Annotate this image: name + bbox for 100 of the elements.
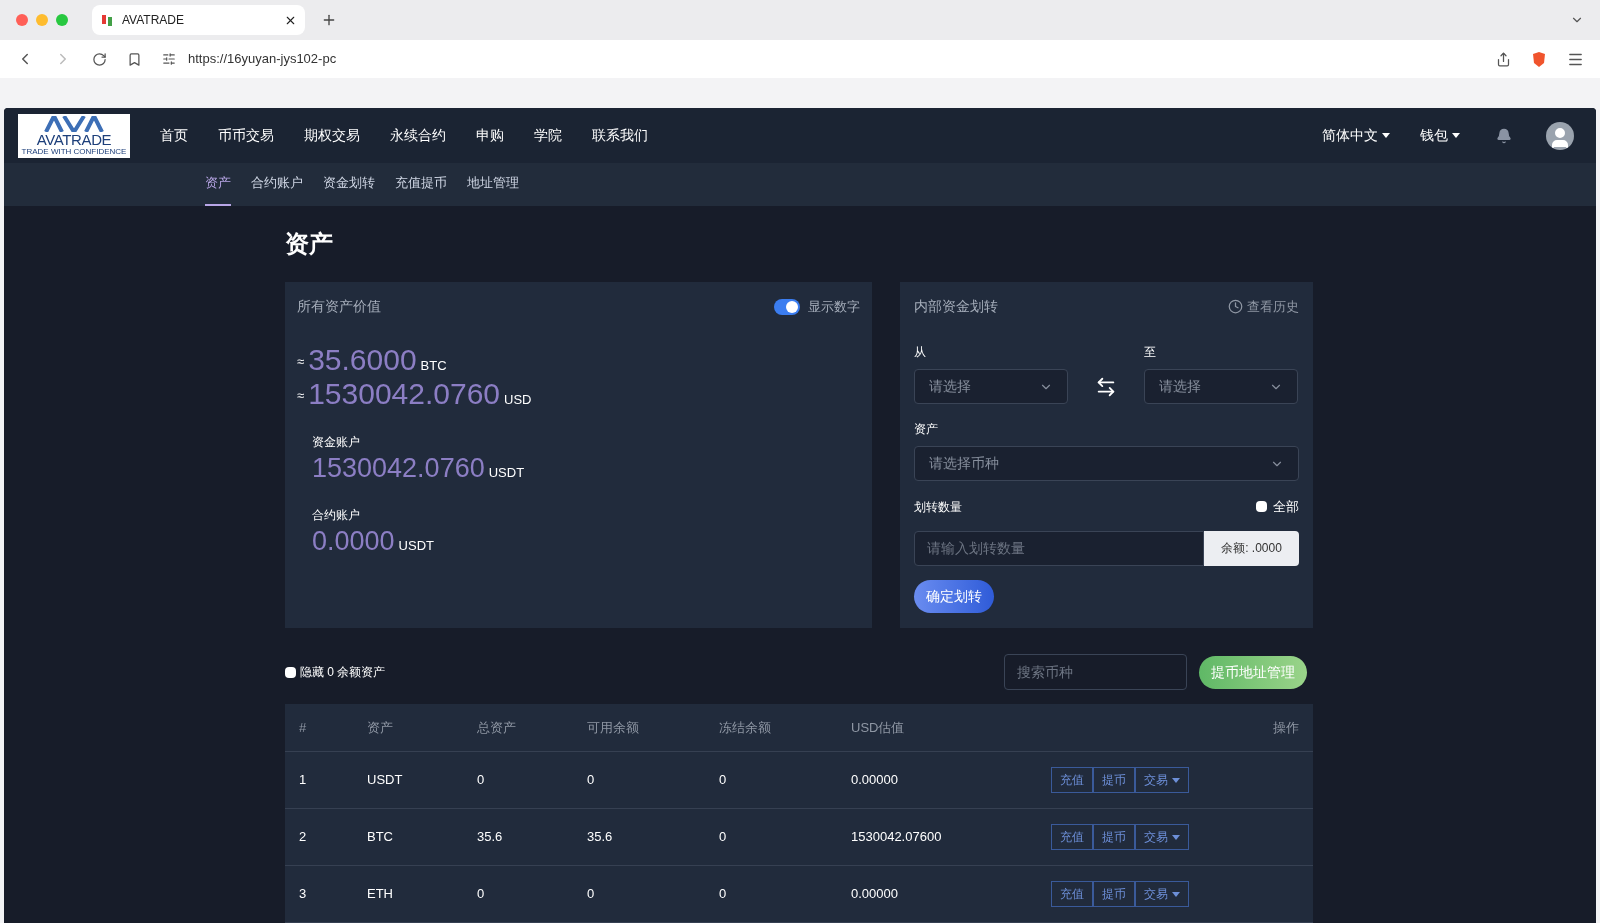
table-cell-text: 0.00000: [851, 885, 899, 904]
table-cell-text: USDT: [367, 771, 404, 790]
action-button[interactable]: 提币: [1093, 824, 1135, 850]
subnav-tab[interactable]: 资产: [205, 172, 231, 206]
nav-link[interactable]: 币币交易: [218, 125, 274, 146]
site-settings-icon[interactable]: [162, 52, 176, 66]
nav-link[interactable]: 联系我们: [592, 125, 648, 146]
total-value: 35.6000: [308, 345, 417, 375]
column-header: 可用余额: [587, 718, 640, 737]
table-cell-text: 1: [299, 771, 308, 790]
account-value: 0.0000: [312, 528, 395, 555]
action-button[interactable]: 充值: [1051, 881, 1093, 907]
table-cell-text: 0: [719, 771, 728, 790]
bookmark-icon[interactable]: [127, 51, 142, 67]
amount-field[interactable]: 请输入划转数量: [914, 530, 1204, 566]
nav-link[interactable]: 首页: [160, 125, 188, 146]
bell-icon[interactable]: [1496, 127, 1512, 144]
search-field[interactable]: 搜索币种: [1004, 654, 1187, 690]
column-header: #: [299, 718, 308, 737]
from-select[interactable]: 请选择: [914, 369, 1068, 404]
swap-icon[interactable]: [1095, 375, 1117, 398]
nav-link[interactable]: 学院: [534, 125, 562, 146]
card-title: 内部资金划转: [914, 297, 999, 316]
field-label: 资产: [914, 421, 939, 438]
caret-icon: [1172, 834, 1180, 840]
nav-link[interactable]: 期权交易: [304, 125, 360, 146]
field-label: 划转数量: [914, 498, 963, 516]
field-label: 至: [1144, 344, 1157, 361]
table-cell-text: 0: [587, 771, 596, 790]
account-label: 资金账户: [312, 434, 361, 451]
approx-sign: ≈: [297, 352, 305, 371]
avatar[interactable]: [1546, 121, 1574, 150]
table-cell-text: 0: [719, 885, 728, 904]
subnav-tab[interactable]: 充值提币: [395, 172, 447, 206]
confirm-transfer-button[interactable]: 确定划转: [914, 579, 994, 613]
action-button[interactable]: 交易: [1135, 881, 1189, 907]
table-cell-text: 3: [299, 885, 308, 904]
column-header: 冻结余额: [719, 718, 772, 737]
currency-unit: BTC: [420, 356, 447, 375]
table-cell-text: 0: [477, 885, 486, 904]
browser-tab[interactable]: AVATRADE: [92, 5, 305, 35]
balance-label: 余额: .0000: [1204, 530, 1299, 566]
subnav-tab[interactable]: 资金划转: [323, 172, 375, 206]
caret-icon: [1382, 133, 1390, 138]
nav-link[interactable]: 申购: [476, 125, 504, 146]
action-button[interactable]: 提币: [1093, 881, 1135, 907]
clock-icon: [1228, 299, 1243, 314]
table-cell-text: BTC: [367, 828, 394, 847]
action-button[interactable]: 交易: [1135, 767, 1189, 793]
nav-link[interactable]: 永续合约: [390, 125, 446, 146]
share-icon[interactable]: [1496, 51, 1511, 67]
currency-unit: USDT: [398, 536, 434, 555]
total-value: 1530042.0760: [308, 379, 500, 409]
action-button[interactable]: 提币: [1093, 767, 1135, 793]
column-header: 操作: [1272, 718, 1299, 737]
checkbox-label: 隐藏 0 余额资产: [300, 664, 387, 681]
hide-zero-checkbox[interactable]: [285, 666, 296, 678]
asset-select[interactable]: 请选择币种: [914, 446, 1299, 481]
table-cell-text: 0: [719, 828, 728, 847]
history-link[interactable]: 查看历史: [1228, 296, 1299, 317]
table-cell-text: 1530042.07600: [851, 828, 943, 847]
wallet-menu[interactable]: 钱包: [1420, 125, 1460, 146]
caret-icon: [1452, 133, 1460, 138]
table-cell-text: 0: [477, 771, 486, 790]
card-title: 所有资产价值: [297, 297, 382, 316]
table-cell-text: 2: [299, 828, 308, 847]
show-numbers-toggle[interactable]: [774, 298, 800, 315]
candlestick-icon: [100, 13, 114, 27]
table-cell-text: 0.00000: [851, 771, 899, 790]
url-field[interactable]: https://16yuyan-jys102-pc: [188, 49, 337, 69]
table-cell-text: 0: [587, 885, 596, 904]
account-value: 1530042.0760: [312, 455, 485, 482]
action-button[interactable]: 充值: [1051, 824, 1093, 850]
page-title: 资产: [285, 229, 334, 259]
shield-icon[interactable]: [1531, 50, 1547, 68]
caret-icon: [1172, 777, 1180, 783]
table-cell-text: 35.6: [477, 828, 504, 847]
language-menu[interactable]: 简体中文: [1322, 125, 1390, 146]
column-header: 资产: [367, 718, 394, 737]
table-cell-text: 35.6: [587, 828, 614, 847]
logo: AVATRADE TRADE WITH CONFIDENCE: [18, 113, 130, 158]
caret-icon: [1172, 891, 1180, 897]
currency-unit: USD: [504, 390, 532, 409]
to-select[interactable]: 请选择: [1144, 369, 1298, 404]
all-checkbox[interactable]: [1256, 501, 1267, 513]
new-tab-icon[interactable]: [321, 12, 337, 28]
reload-icon[interactable]: [92, 51, 107, 67]
action-button[interactable]: 交易: [1135, 824, 1189, 850]
subnav-tab[interactable]: 地址管理: [467, 172, 519, 206]
table-cell-text: ETH: [367, 885, 394, 904]
field-label: 从: [914, 344, 927, 361]
subnav-tab[interactable]: 合约账户: [251, 172, 303, 206]
approx-sign: ≈: [297, 386, 305, 405]
account-label: 合约账户: [312, 507, 361, 524]
currency-unit: USDT: [488, 463, 525, 482]
checkbox-label: 全部: [1273, 498, 1299, 516]
action-button[interactable]: 充值: [1051, 767, 1093, 793]
column-header: USD估值: [851, 718, 906, 737]
close-window-button[interactable]: [16, 14, 28, 26]
column-header: 总资产: [477, 718, 517, 737]
